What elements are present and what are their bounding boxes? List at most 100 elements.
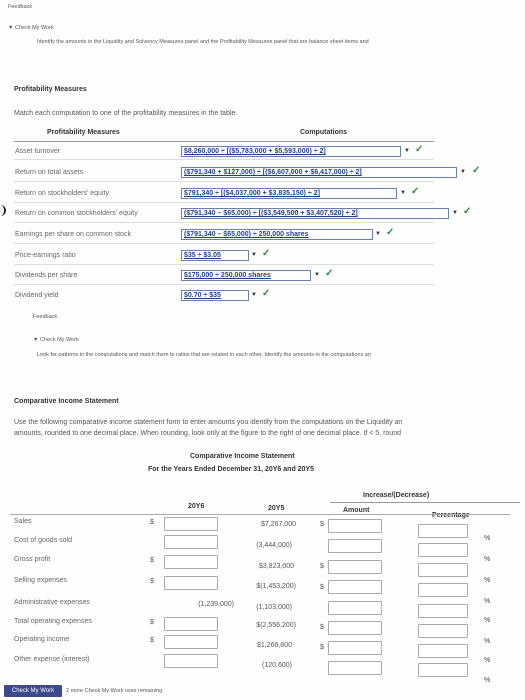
- amount-input-20y6[interactable]: [164, 576, 218, 590]
- increase-amount-input[interactable]: [328, 519, 382, 533]
- amount-20y5: $(2,556,200): [256, 622, 296, 629]
- checkmark-icon: ✓: [325, 268, 334, 279]
- col-header-measures: Profitability Measures: [47, 129, 120, 136]
- statement-row-label: Sales: [14, 518, 32, 525]
- measure-label: Return on total assets: [15, 169, 84, 176]
- profitability-heading: Profitability Measures: [14, 86, 87, 93]
- checkmark-icon: ✓: [411, 186, 420, 197]
- chevron-down-icon[interactable]: ▼: [251, 252, 257, 258]
- increase-amount-input[interactable]: [328, 661, 382, 675]
- percent-sign: %: [484, 598, 491, 605]
- percent-sign: %: [484, 677, 491, 684]
- percent-sign: %: [484, 535, 491, 542]
- checkmark-icon: ✓: [262, 288, 271, 299]
- computation-select[interactable]: $8,260,000 ÷ [($5,783,000 + $5,593,000) …: [181, 146, 401, 157]
- amount-20y5: $7,267,000: [260, 521, 296, 528]
- percent-sign: %: [484, 638, 491, 645]
- computation-select[interactable]: ($791,340 + $127,000) ÷ [($6,607,000 + $…: [181, 167, 457, 178]
- amount-input-20y6[interactable]: [164, 635, 218, 649]
- feedback-label: Feedback: [8, 4, 33, 10]
- header-divider: [14, 141, 434, 142]
- increase-amount-input[interactable]: [328, 621, 382, 635]
- computation-select[interactable]: $35 ÷ $3.05: [181, 250, 249, 261]
- increase-percent-input[interactable]: [418, 663, 468, 677]
- computation-select[interactable]: $175,000 ÷ 250,000 shares: [181, 270, 311, 281]
- statement-subtitle: For the Years Ended December 31, 20Y6 an…: [148, 466, 315, 473]
- col-header-20y6: 20Y6: [188, 503, 205, 510]
- increase-percent-input[interactable]: [418, 624, 468, 638]
- amount-20y5: $1,266,800: [256, 642, 292, 649]
- increase-amount-input[interactable]: [328, 539, 382, 553]
- col-header-amount: Amount: [343, 507, 370, 514]
- measure-label: Earnings per share on common stock: [15, 231, 131, 238]
- check-my-work-label: Check My Work: [14, 25, 54, 31]
- chevron-down-icon[interactable]: ▼: [400, 190, 406, 196]
- computation-select[interactable]: $791,340 ÷ [($4,037,000 + $3,835,150) ÷ …: [181, 188, 397, 199]
- checkmark-icon: ✓: [262, 248, 271, 259]
- amount-20y5: (3,444,000): [256, 542, 292, 549]
- col-header-computations: Computations: [300, 129, 348, 136]
- measure-label: Asset turnover: [15, 148, 61, 155]
- increase-amount-input[interactable]: [328, 560, 382, 574]
- amount-input-20y6[interactable]: [164, 517, 218, 531]
- increase-percent-input[interactable]: [418, 543, 468, 557]
- amount-20y6: (1,239,000): [198, 601, 234, 608]
- amount-20y5: $(1,453,200): [256, 583, 296, 590]
- increase-amount-input[interactable]: [328, 601, 382, 615]
- statement-row-label: Gross profit: [14, 556, 51, 563]
- checkmark-icon: ✓: [463, 206, 472, 217]
- increase-amount-input[interactable]: [328, 580, 382, 594]
- increase-percent-input[interactable]: [418, 604, 468, 618]
- checkmark-icon: ✓: [472, 165, 481, 176]
- comparative-heading: Comparative Income Statement: [14, 398, 119, 405]
- checkmark-icon: ✓: [386, 227, 395, 238]
- profitability-instruction: Match each computation to one of the pro…: [14, 110, 238, 117]
- computation-select[interactable]: $0.70 ÷ $35: [181, 290, 249, 301]
- statement-row-label: Other expense (interest): [14, 656, 90, 663]
- computation-select[interactable]: ($791,340 – $65,000) ÷ [($3,549,500 + $3…: [181, 208, 449, 219]
- statement-row-label: Cost of goods sold: [14, 537, 72, 544]
- remaining-uses-text: 2 more Check My Work uses remaining: [66, 688, 163, 694]
- collapse-triangle-icon: ▼: [8, 25, 14, 31]
- current-row-marker: [0, 205, 6, 216]
- amount-input-20y6[interactable]: [164, 617, 218, 631]
- increase-percent-input[interactable]: [418, 644, 468, 658]
- increase-amount-input[interactable]: [328, 641, 382, 655]
- statement-row-label: Operating income: [14, 636, 70, 643]
- check-my-work-label: Check My Work: [39, 337, 79, 343]
- check-my-work-toggle[interactable]: ▼ Check My Work: [8, 25, 54, 31]
- chevron-down-icon[interactable]: ▼: [460, 169, 466, 175]
- percent-sign: %: [484, 577, 491, 584]
- measure-label: Return on common stockholders' equity: [15, 210, 138, 217]
- statement-row-label: Total operating expenses: [14, 618, 92, 625]
- amount-20y5: $3,823,000: [258, 563, 294, 570]
- measure-label: Price-earnings ratio: [15, 252, 76, 259]
- comparative-instruction: Use the following comparative income sta…: [14, 419, 403, 437]
- increase-percent-input[interactable]: [418, 583, 468, 597]
- increase-percent-input[interactable]: [418, 524, 468, 538]
- chevron-down-icon[interactable]: ▼: [404, 148, 410, 154]
- measure-label: Return on stockholders' equity: [15, 190, 109, 197]
- amount-input-20y6[interactable]: [164, 535, 218, 549]
- amount-input-20y6[interactable]: [164, 654, 218, 668]
- instruction-text: Look for patterns in the computations an…: [37, 352, 371, 358]
- chevron-down-icon[interactable]: ▼: [375, 231, 381, 237]
- chevron-down-icon[interactable]: ▼: [452, 210, 458, 216]
- statement-row-label: Administrative expenses: [14, 599, 90, 606]
- checkmark-icon: ✓: [415, 144, 424, 155]
- increase-percent-input[interactable]: [418, 563, 468, 577]
- measure-label: Dividends per share: [15, 272, 78, 279]
- amount-20y5: (1,103,000): [256, 604, 292, 611]
- computation-select[interactable]: ($791,340 – $65,000) ÷ 250,000 shares: [181, 229, 373, 240]
- col-header-increase: Increase/(Decrease): [363, 492, 430, 499]
- check-my-work-toggle[interactable]: ▼ Check My Work: [33, 337, 79, 343]
- amount-20y5: (120,600): [262, 662, 292, 669]
- feedback-label: Feedback: [33, 314, 58, 320]
- collapse-triangle-icon: ▼: [33, 337, 39, 343]
- chevron-down-icon[interactable]: ▼: [314, 272, 320, 278]
- check-my-work-button[interactable]: Check My Work: [4, 685, 62, 697]
- percent-sign: %: [484, 657, 491, 664]
- amount-input-20y6[interactable]: [164, 555, 218, 569]
- chevron-down-icon[interactable]: ▼: [251, 292, 257, 298]
- statement-row-label: Selling expenses: [14, 577, 67, 584]
